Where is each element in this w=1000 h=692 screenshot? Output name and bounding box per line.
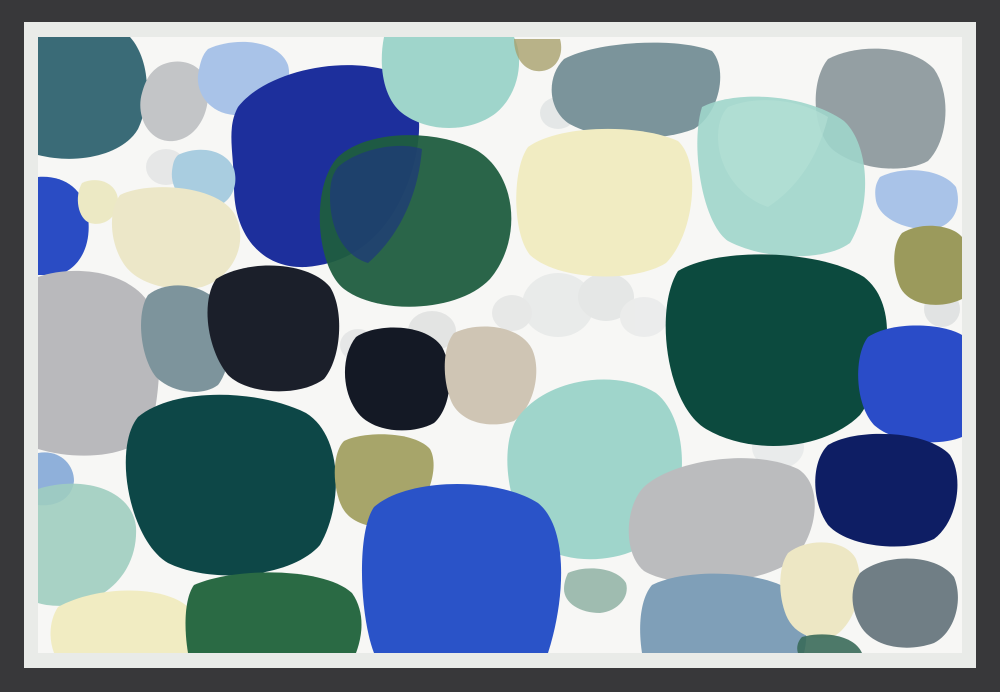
picture-frame <box>0 0 1000 692</box>
pebble-deep-green-right <box>665 254 888 446</box>
abstract-pebble-painting <box>38 37 962 653</box>
pebble-charcoal-left <box>207 265 340 392</box>
pebble-tan-center <box>444 326 537 425</box>
painting-canvas <box>38 37 962 653</box>
pebble-charcoal-center <box>344 327 450 431</box>
pebble-deep-teal-large <box>125 394 336 576</box>
pebble-royal-blue-bottom <box>361 483 562 653</box>
pebble-olive-right <box>894 225 962 305</box>
pebble-cream-center <box>516 128 693 277</box>
pebble-slate-top <box>551 42 721 139</box>
pebble-navy-right <box>815 433 958 547</box>
pebble-green-bottom <box>185 572 362 653</box>
pebble-slate-bottom-right <box>852 558 958 648</box>
